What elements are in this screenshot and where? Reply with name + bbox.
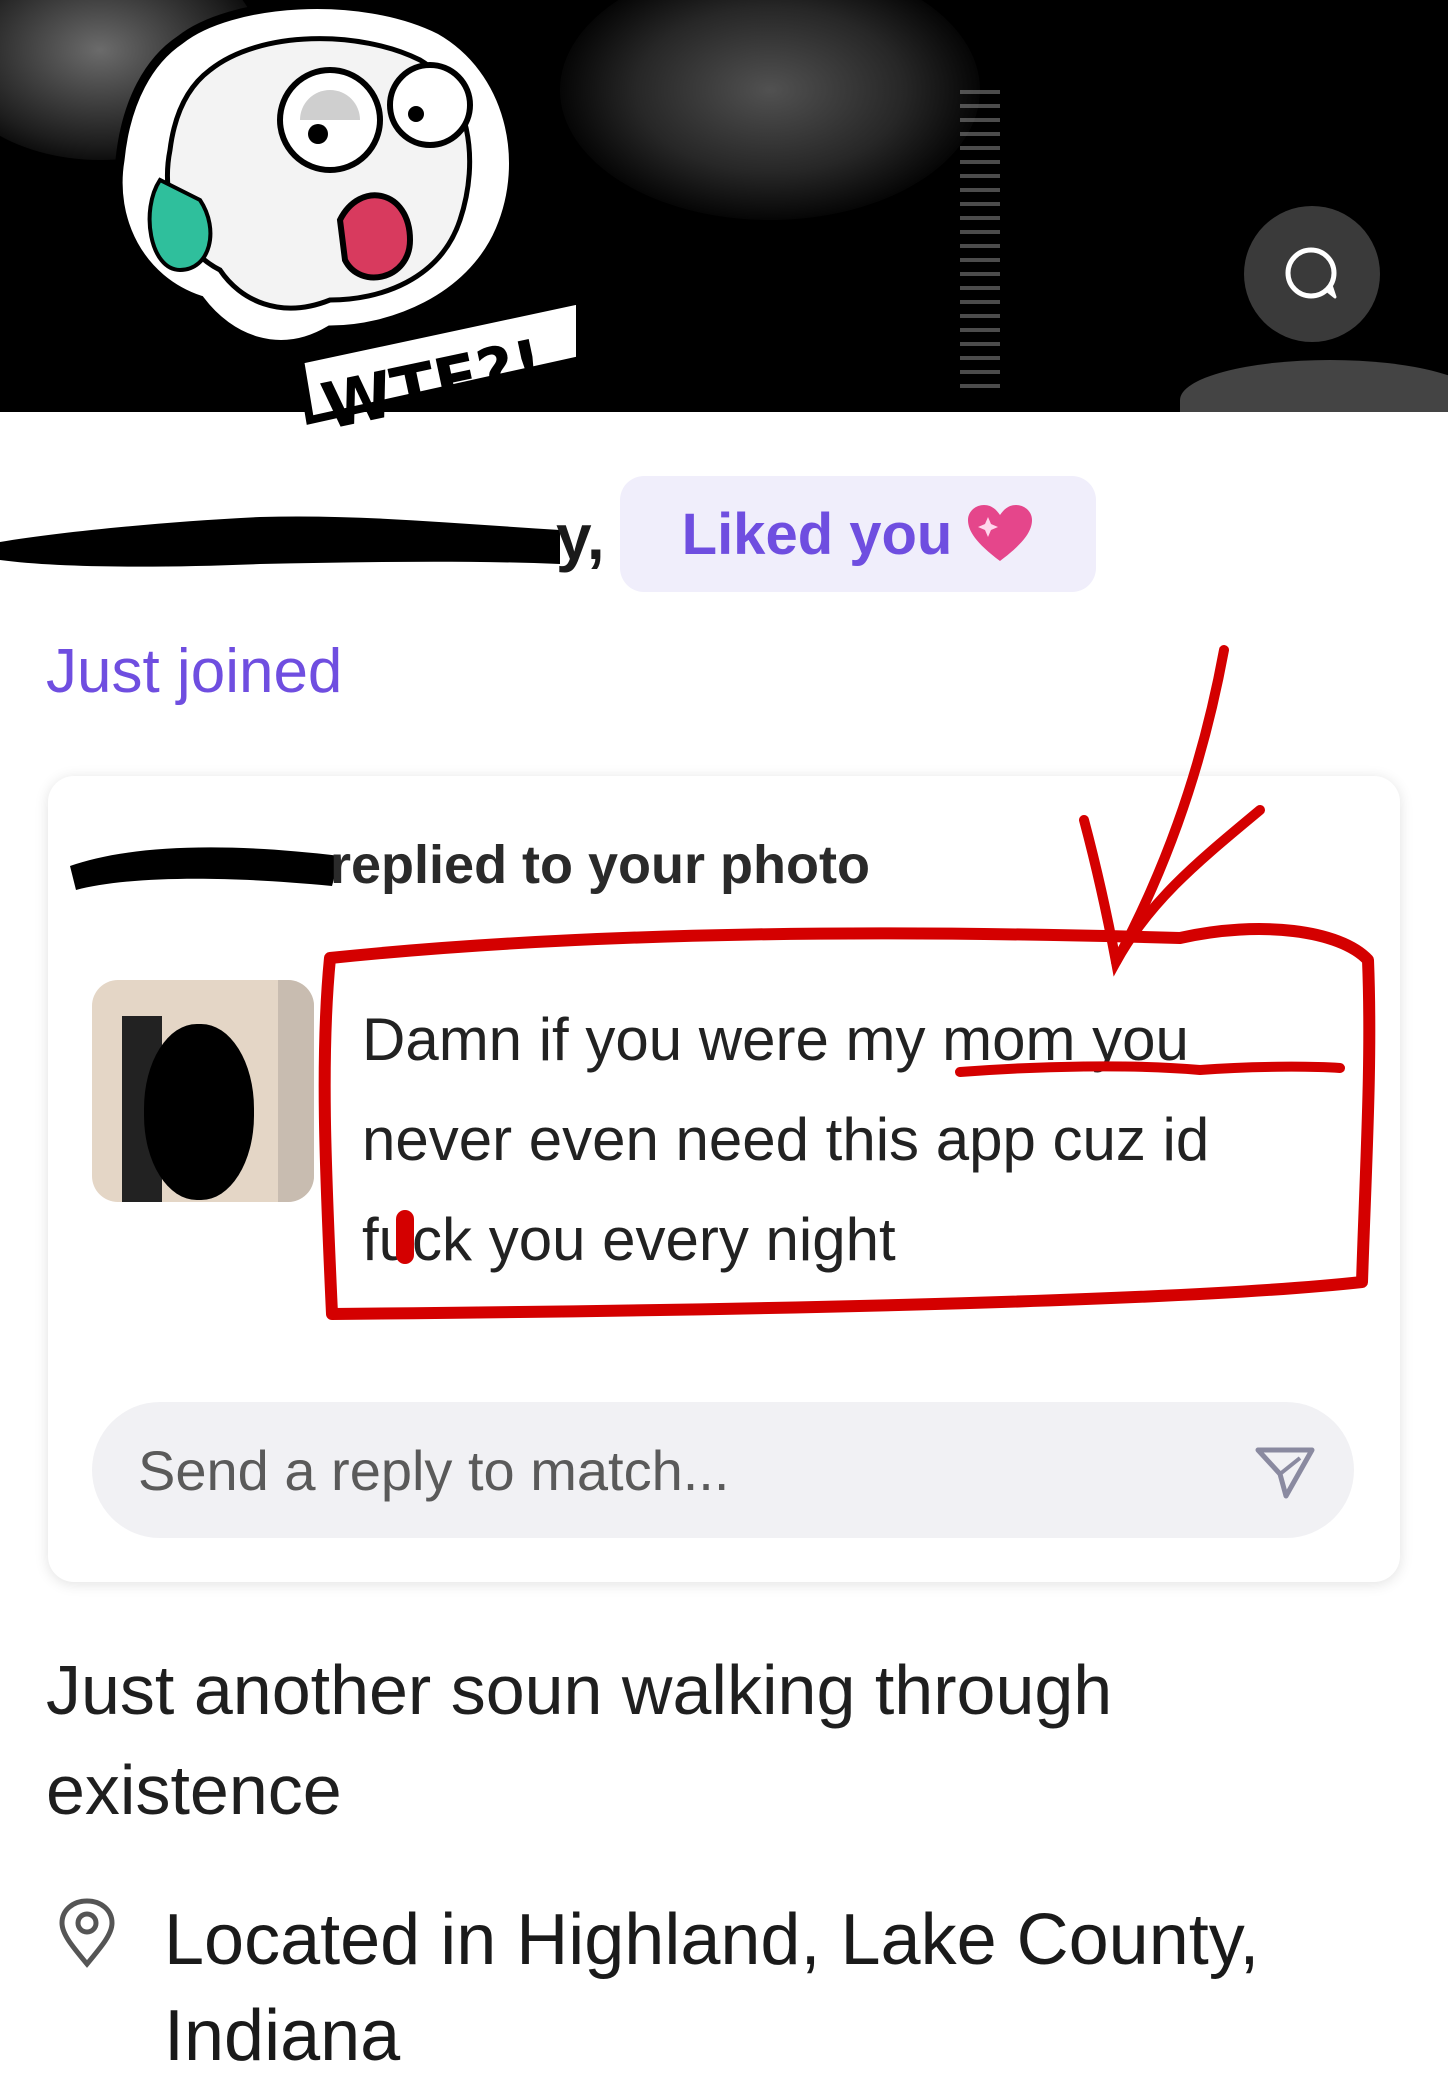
photo-thumbnail[interactable] <box>92 980 314 1202</box>
comment-button[interactable] <box>1244 206 1380 342</box>
heart-sparkle-icon <box>968 505 1033 561</box>
wtf-sticker: WTF?! <box>113 0 584 445</box>
bio-text: Just another soun walking through existe… <box>46 1651 1113 1829</box>
message-line: fuck you every night <box>362 1206 896 1273</box>
liked-you-badge: Liked you <box>620 476 1096 592</box>
redacted-name <box>0 516 560 567</box>
location-text: Located in Highland, Lake County, Indian… <box>164 1900 1260 2076</box>
reply-input[interactable] <box>92 1402 1354 1538</box>
redacted-replier-name <box>70 847 340 890</box>
photo-detail <box>1180 360 1448 412</box>
reply-message: Damn if you were my mom you never even n… <box>362 990 1362 1290</box>
status-label: Just joined <box>46 637 343 706</box>
name-row: y, 27 <box>0 482 694 592</box>
message-line: Damn if you were my mom you <box>362 1006 1189 1073</box>
photo-detail <box>560 0 980 220</box>
comment-bubble-icon <box>1285 247 1337 299</box>
photo-detail <box>960 90 1000 390</box>
redacted-figure <box>144 1024 254 1200</box>
thumb-detail <box>278 980 314 1202</box>
location-pin-icon <box>59 1898 115 1968</box>
send-icon[interactable] <box>1250 1436 1320 1506</box>
message-line: never even need this app cuz id <box>362 1106 1210 1173</box>
liked-you-label: Liked you <box>681 501 953 567</box>
card-title: replied to your photo <box>330 835 870 895</box>
